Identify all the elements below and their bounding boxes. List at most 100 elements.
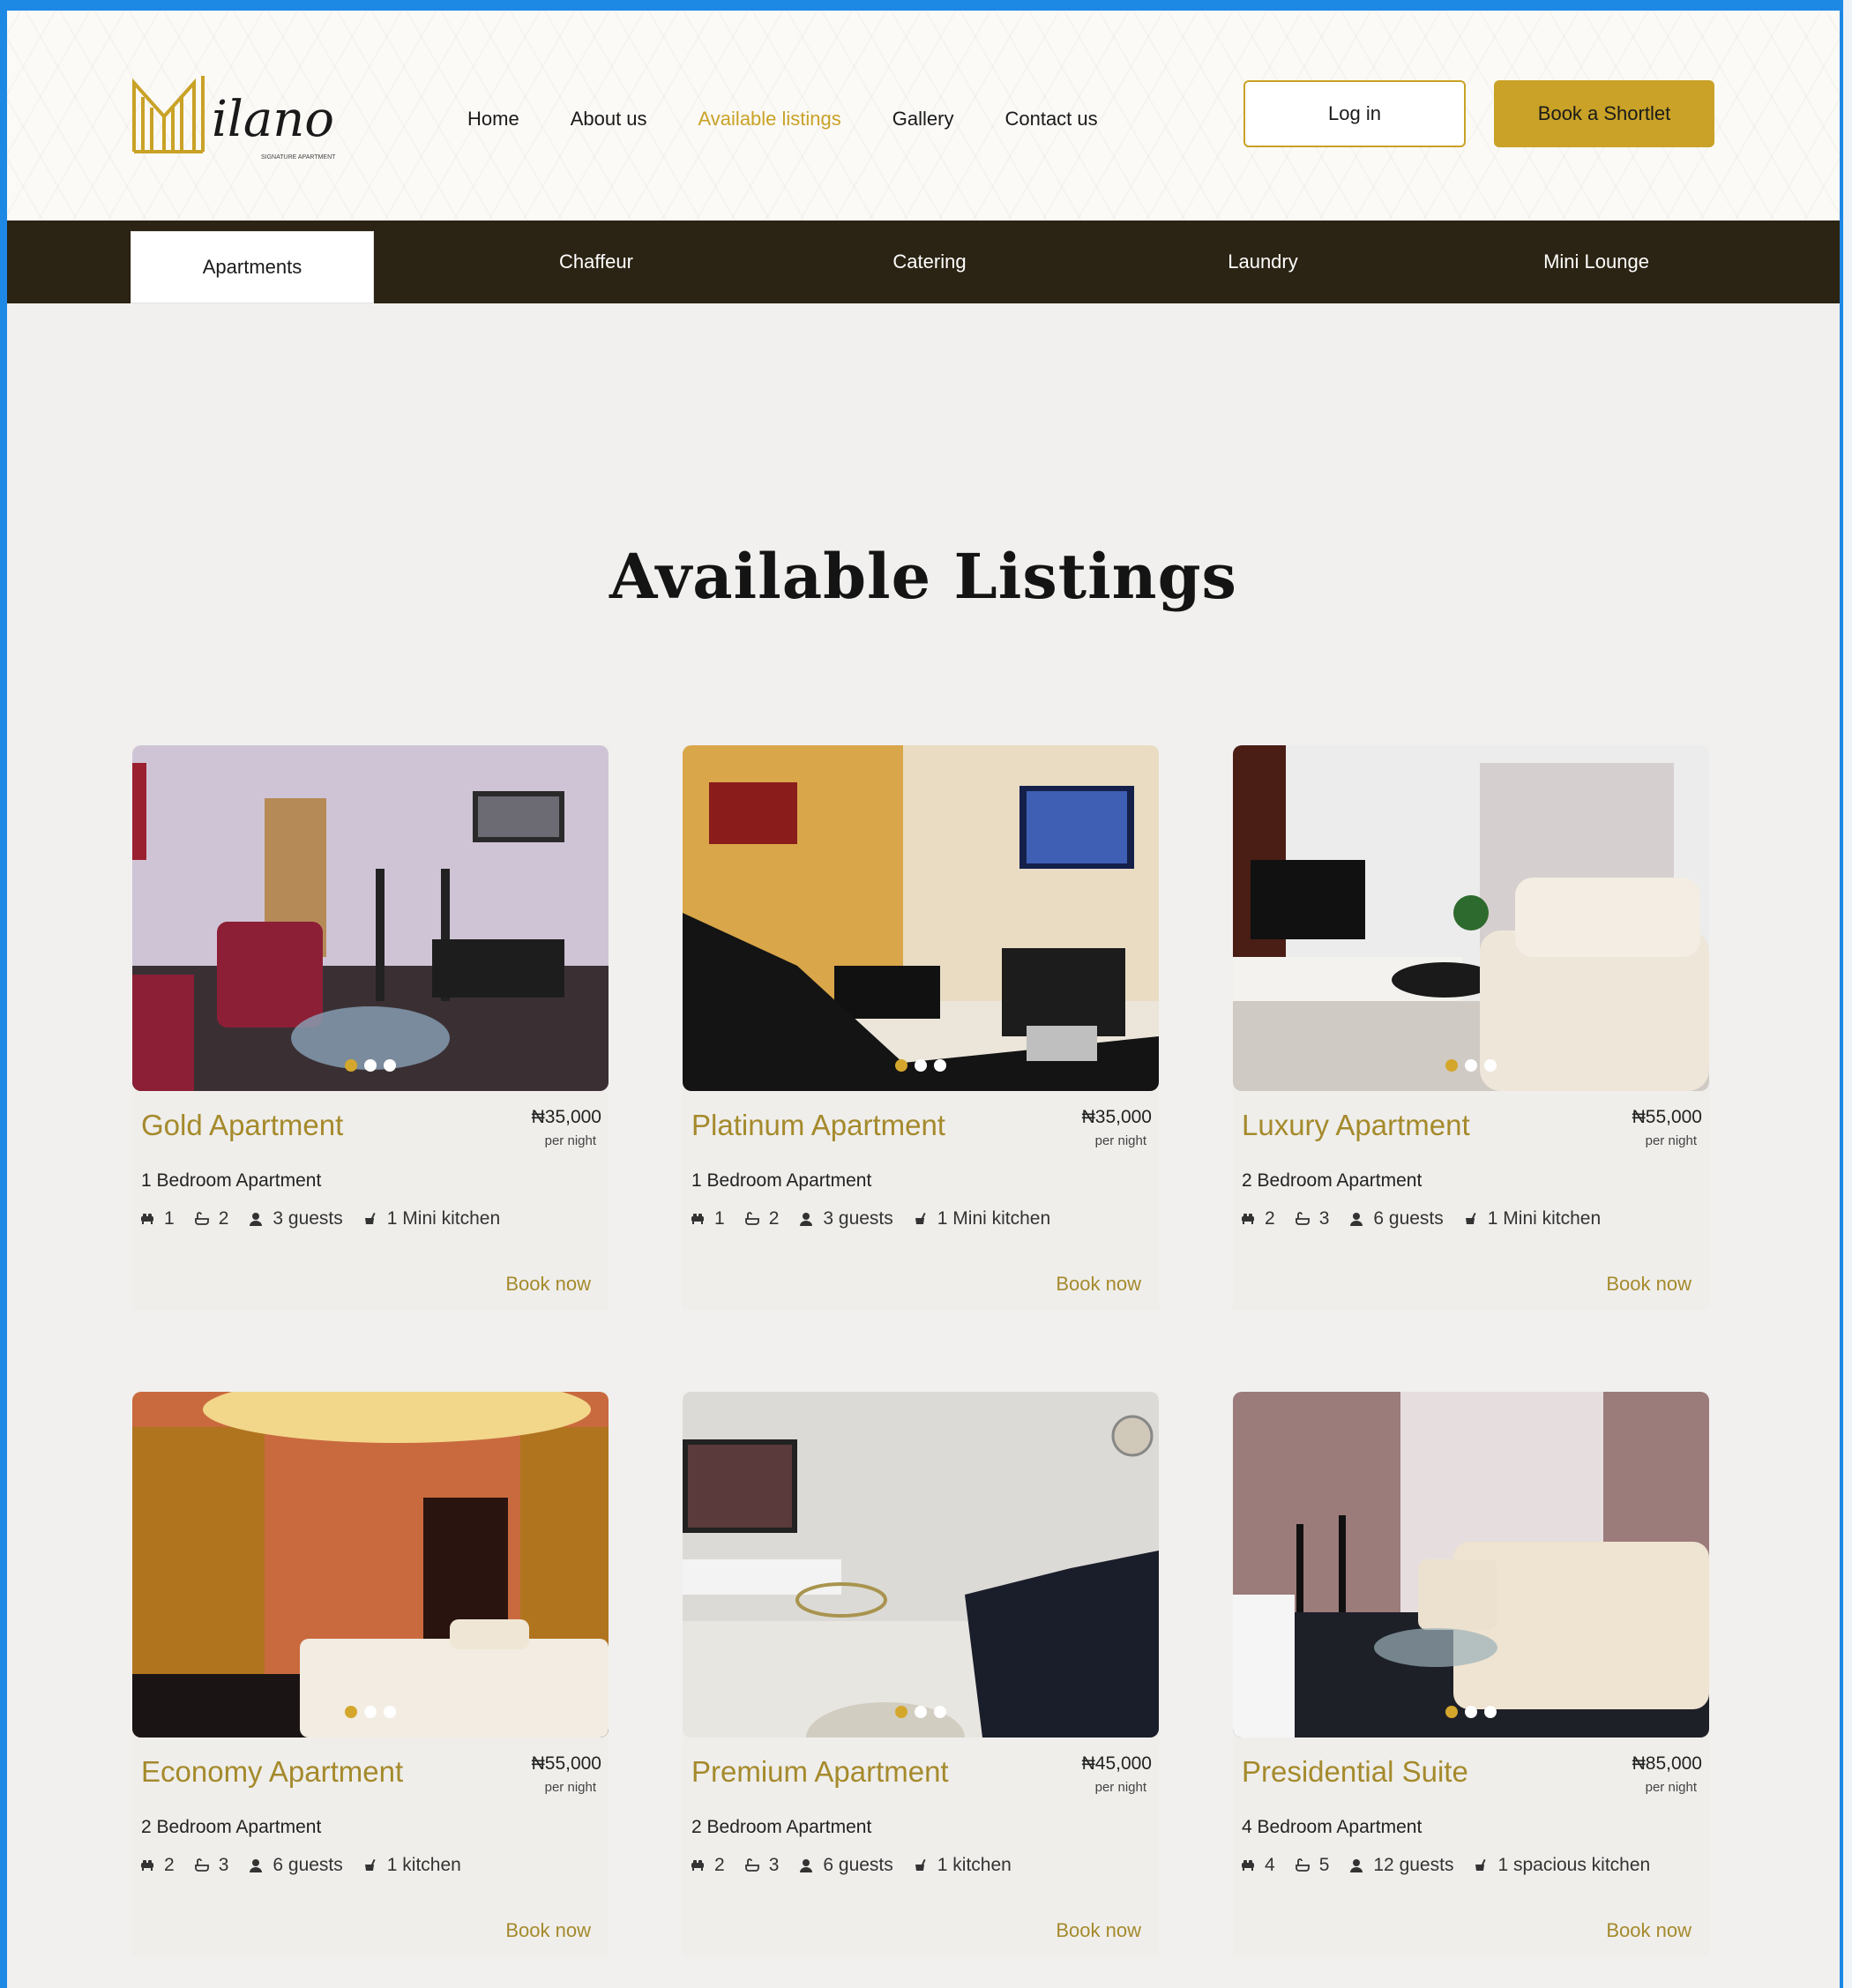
svg-text:SIGNATURE APARTMENT: SIGNATURE APARTMENT xyxy=(261,154,336,161)
carousel-dot[interactable] xyxy=(364,1059,377,1072)
carousel-dot[interactable] xyxy=(364,1706,377,1718)
listing-type: 2 Bedroom Apartment xyxy=(691,1817,872,1837)
tab-laundry[interactable]: Laundry xyxy=(1131,220,1395,303)
tab-chaffeur[interactable]: Chaffeur xyxy=(464,220,728,303)
bathrooms-count: 2 xyxy=(768,1208,780,1229)
bathtub-icon xyxy=(1295,1212,1310,1225)
nav-link-home[interactable]: Home xyxy=(467,108,519,131)
bathtub-icon xyxy=(194,1212,209,1225)
carousel-dot-active[interactable] xyxy=(345,1706,357,1718)
carousel-dots xyxy=(1233,1706,1709,1718)
bed-icon xyxy=(1242,1860,1254,1871)
carousel-dot-active[interactable] xyxy=(1445,1706,1458,1718)
room-image xyxy=(132,745,609,1091)
bathrooms-count: 3 xyxy=(768,1855,780,1875)
milano-logo-icon: ilano SIGNATURE APARTMENT xyxy=(132,76,336,161)
nav-link-available-listings[interactable]: Available listings xyxy=(698,108,841,131)
tab-catering[interactable]: Catering xyxy=(797,220,1062,303)
listing-photo[interactable] xyxy=(1233,745,1709,1091)
price-unit: per night xyxy=(544,1133,596,1148)
guests-icon xyxy=(250,1213,263,1226)
main-nav: Home About us Available listings Gallery Con… xyxy=(467,108,1149,131)
page-title: Available Listings xyxy=(609,540,1237,613)
carousel-dot[interactable] xyxy=(1484,1706,1497,1718)
book-shortlet-button[interactable]: Book a Shortlet xyxy=(1494,80,1714,147)
carousel-dot-active[interactable] xyxy=(345,1059,357,1072)
listing-title[interactable]: Gold Apartment xyxy=(141,1109,343,1142)
bathtub-icon xyxy=(194,1858,209,1872)
listing-title[interactable]: Luxury Apartment xyxy=(1242,1109,1470,1142)
nav-link-about-us[interactable]: About us xyxy=(571,108,647,131)
tab-mini-lounge[interactable]: Mini Lounge xyxy=(1464,220,1729,303)
price-unit: per night xyxy=(544,1780,596,1795)
carousel-dot[interactable] xyxy=(934,1706,946,1718)
listing-card[interactable]: Presidential Suite ₦85,000 per night 4 B… xyxy=(1233,1392,1709,1956)
listing-photo[interactable] xyxy=(683,745,1159,1091)
carousel-dot-active[interactable] xyxy=(895,1706,907,1718)
listing-photo[interactable] xyxy=(132,745,609,1091)
listing-price: ₦85,000 xyxy=(1632,1753,1702,1774)
price-unit: per night xyxy=(1094,1133,1146,1148)
book-now-link[interactable]: Book now xyxy=(1606,1273,1691,1296)
listing-title[interactable]: Platinum Apartment xyxy=(691,1109,945,1142)
kitchen-info: 1 spacious kitchen xyxy=(1497,1855,1651,1875)
book-now-link[interactable]: Book now xyxy=(1606,1919,1691,1942)
bedrooms-count: 1 xyxy=(714,1208,725,1229)
listing-type: 2 Bedroom Apartment xyxy=(1242,1170,1423,1191)
listing-photo[interactable] xyxy=(683,1392,1159,1738)
amenities-row: 2 3 6 guests 1 kitchen xyxy=(690,1855,1031,1876)
bed-icon xyxy=(141,1214,153,1224)
listing-title[interactable]: Economy Apartment xyxy=(141,1755,403,1789)
carousel-dot[interactable] xyxy=(1484,1059,1497,1072)
amenities-row: 2 3 6 guests 1 kitchen xyxy=(139,1855,481,1876)
carousel-dot[interactable] xyxy=(384,1706,396,1718)
listing-title[interactable]: Presidential Suite xyxy=(1242,1755,1468,1789)
window-edge xyxy=(1840,0,1852,1988)
book-now-link[interactable]: Book now xyxy=(1056,1919,1141,1942)
guests-icon xyxy=(800,1213,813,1226)
guests-icon xyxy=(1350,1213,1363,1226)
carousel-dots xyxy=(683,1059,1159,1072)
listing-photo[interactable] xyxy=(132,1392,609,1738)
carousel-dot-active[interactable] xyxy=(1445,1059,1458,1072)
book-now-link[interactable]: Book now xyxy=(505,1273,591,1296)
amenities-row: 1 2 3 guests 1 Mini kitchen xyxy=(690,1208,1070,1229)
bathrooms-count: 5 xyxy=(1318,1855,1330,1875)
carousel-dot[interactable] xyxy=(915,1706,927,1718)
carousel-dot[interactable] xyxy=(384,1059,396,1072)
listing-card[interactable]: Premium Apartment ₦45,000 per night 2 Be… xyxy=(683,1392,1159,1956)
room-image xyxy=(683,745,1159,1091)
guests-count: 6 guests xyxy=(823,1855,893,1875)
listing-price: ₦35,000 xyxy=(1081,1107,1152,1127)
listing-card[interactable]: Platinum Apartment ₦35,000 per night 1 B… xyxy=(683,745,1159,1310)
nav-link-gallery[interactable]: Gallery xyxy=(892,108,954,131)
bathtub-icon xyxy=(744,1212,759,1225)
book-now-link[interactable]: Book now xyxy=(505,1919,591,1942)
carousel-dot[interactable] xyxy=(1465,1059,1477,1072)
listing-card[interactable]: Gold Apartment ₦35,000 per night 1 Bedro… xyxy=(132,745,609,1310)
nav-link-contact-us[interactable]: Contact us xyxy=(1004,108,1097,131)
listing-card[interactable]: Economy Apartment ₦55,000 per night 2 Be… xyxy=(132,1392,609,1956)
carousel-dot[interactable] xyxy=(915,1059,927,1072)
brand-logo[interactable]: ilano SIGNATURE APARTMENT xyxy=(129,67,385,173)
book-now-link[interactable]: Book now xyxy=(1056,1273,1141,1296)
kitchen-icon xyxy=(364,1212,376,1224)
listing-type: 4 Bedroom Apartment xyxy=(1242,1817,1423,1837)
listing-type: 1 Bedroom Apartment xyxy=(141,1170,322,1191)
listing-card[interactable]: Luxury Apartment ₦55,000 per night 2 Bed… xyxy=(1233,745,1709,1310)
kitchen-icon xyxy=(1475,1858,1487,1871)
login-button[interactable]: Log in xyxy=(1243,80,1466,147)
tab-apartments[interactable]: Apartments xyxy=(131,231,374,303)
bedrooms-count: 2 xyxy=(164,1855,175,1875)
category-bar: Apartments Chaffeur Catering Laundry Mini Lo… xyxy=(7,220,1840,303)
amenities-row: 4 5 12 guests 1 spacious kitchen xyxy=(1240,1855,1669,1876)
bedrooms-count: 2 xyxy=(1265,1208,1275,1229)
site-header: ilano SIGNATURE APARTMENT Home About us Av… xyxy=(7,11,1840,220)
room-image xyxy=(683,1392,1159,1738)
carousel-dot[interactable] xyxy=(934,1059,946,1072)
guests-count: 12 guests xyxy=(1373,1855,1454,1875)
listing-title[interactable]: Premium Apartment xyxy=(691,1755,949,1789)
carousel-dot-active[interactable] xyxy=(895,1059,907,1072)
listing-photo[interactable] xyxy=(1233,1392,1709,1738)
carousel-dot[interactable] xyxy=(1465,1706,1477,1718)
